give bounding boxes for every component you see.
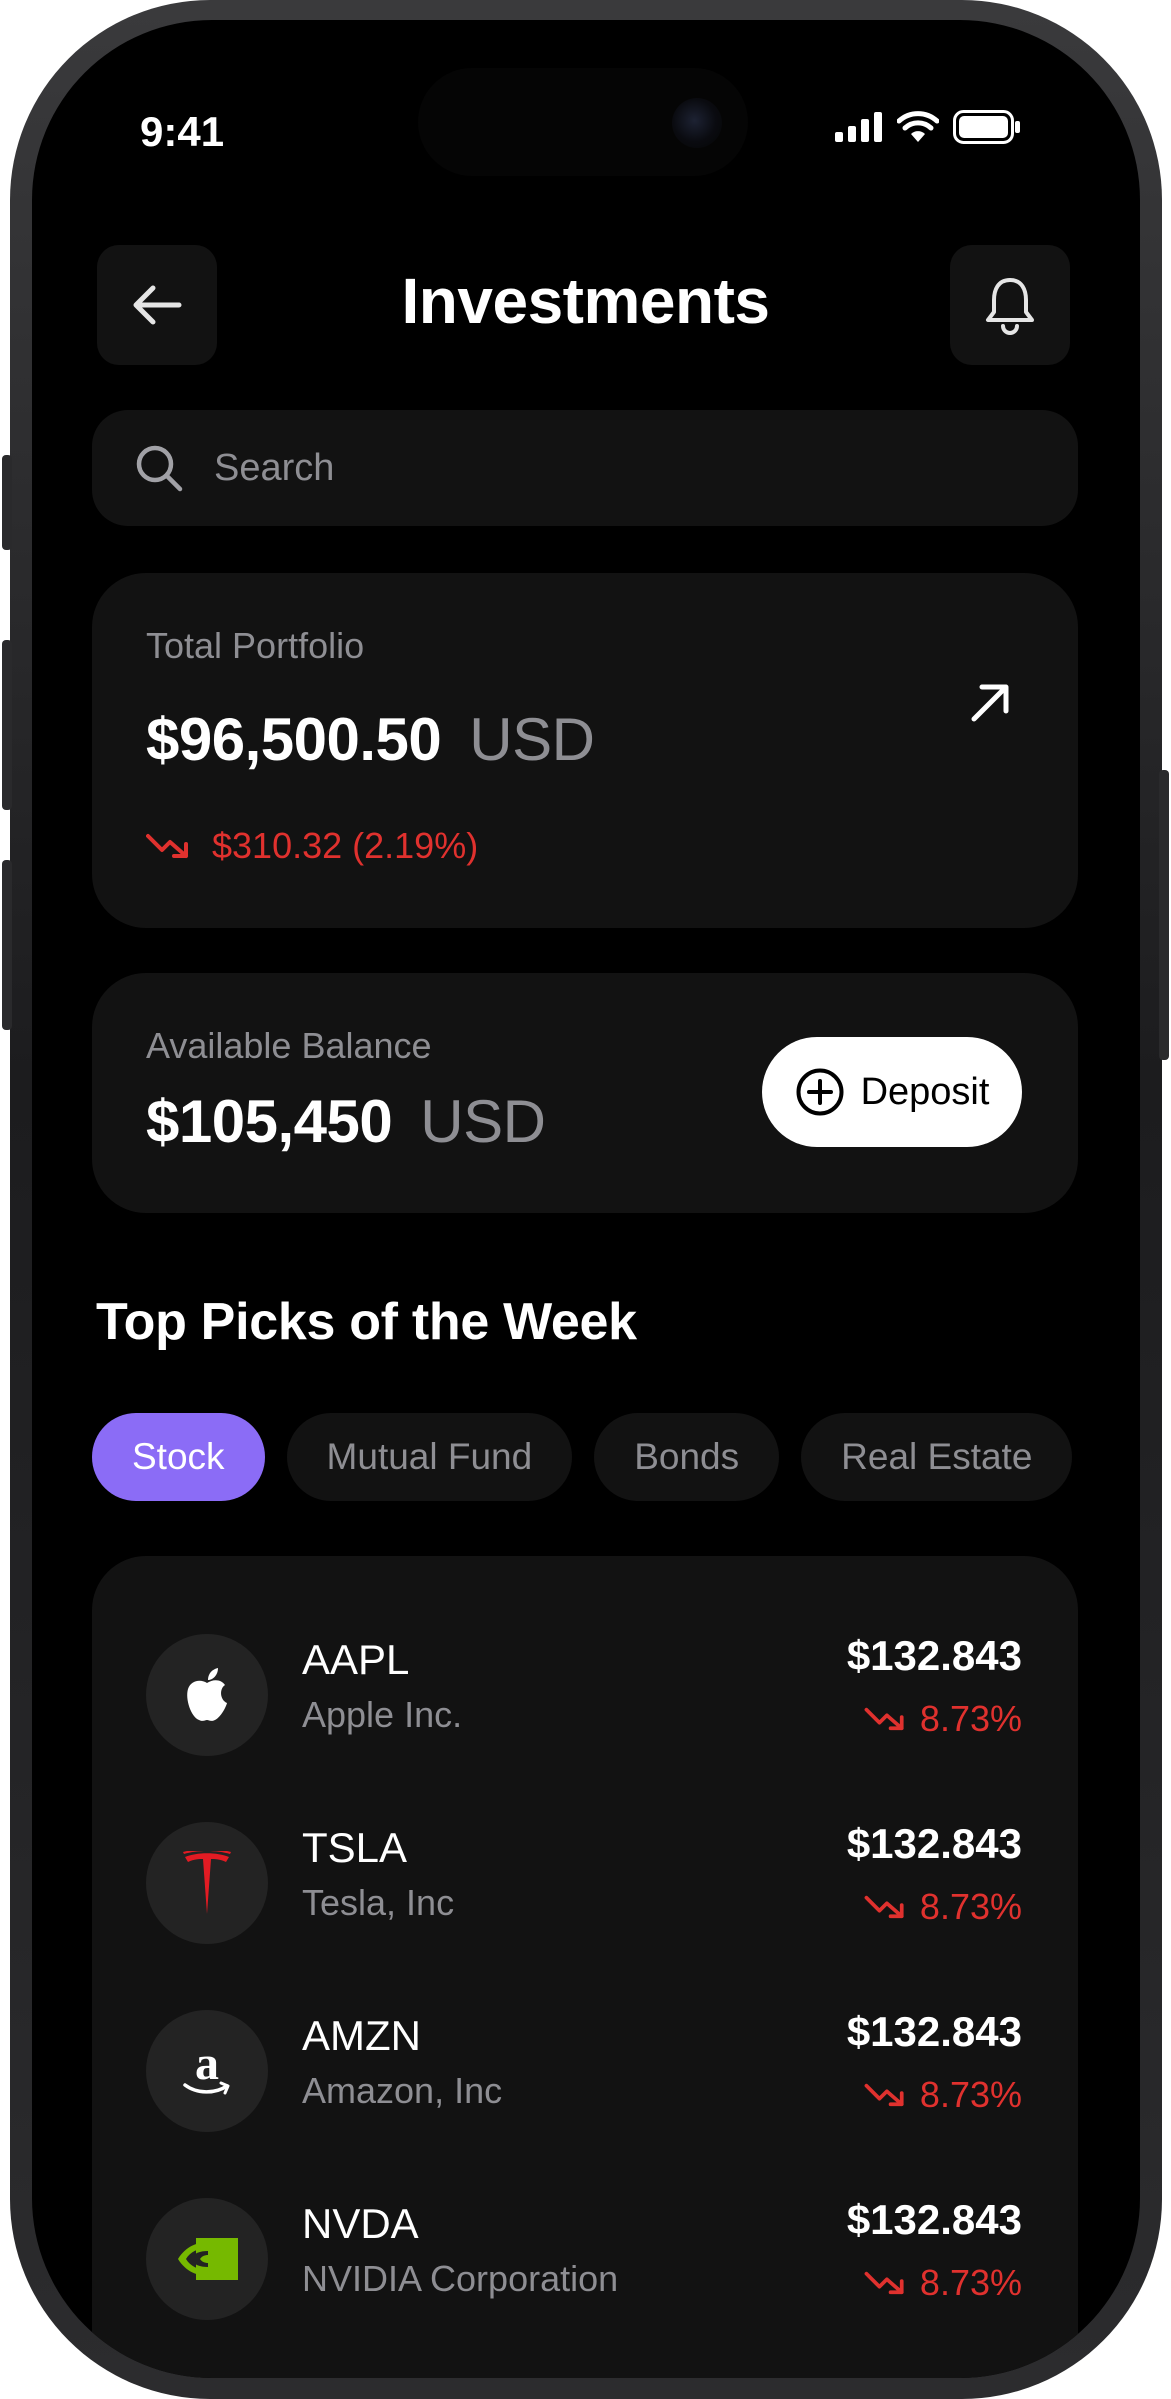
portfolio-change-value: $310.32 (2.19%) [212,825,479,866]
stock-company: Tesla, Inc [302,1882,455,1923]
balance-currency: USD [420,1088,546,1155]
stock-change: 8.73% [864,1698,1022,1740]
search-input[interactable]: Search [214,447,334,490]
stock-ticker: AMZN [302,2012,421,2059]
side-button-action [2,455,12,550]
cellular-signal-icon [835,112,882,142]
stock-ticker: NVDA [302,2200,419,2247]
side-button-volume-down [2,860,12,1030]
list-item[interactable]: NVDA NVIDIA Corporation $132.843 8.73% [92,2186,1078,2326]
trend-down-icon [864,1707,904,1731]
portfolio-amount: $96,500.50 USD [146,705,595,774]
search-field[interactable]: Search [92,410,1078,526]
stock-company: Amazon, Inc [302,2070,503,2111]
nvidia-logo-icon [146,2198,268,2320]
notifications-button[interactable] [950,245,1070,365]
stock-change-value: 8.73% [919,1698,1022,1739]
balance-value: $105,450 [146,1088,393,1155]
stock-change-value: 8.73% [919,2262,1022,2303]
side-button-volume-up [2,640,12,810]
stock-company: NVIDIA Corporation [302,2258,619,2299]
category-tabs: Stock Mutual Fund Bonds Real Estate [92,1413,1073,1501]
arrow-left-icon [133,285,182,325]
wifi-icon [897,111,939,142]
trend-down-icon [146,834,188,858]
stock-list: AAPL Apple Inc. $132.843 8.73% TSLA Tesl… [92,1556,1078,2378]
list-item[interactable]: TSLA Tesla, Inc $132.843 8.73% [92,1810,1078,1950]
screen: 9:41 Investments Search Total Portfolio … [32,20,1140,2378]
tab-real-estate[interactable]: Real Estate [801,1413,1073,1501]
back-button[interactable] [97,245,217,365]
portfolio-value: $96,500.50 [146,706,442,773]
deposit-button[interactable]: Deposit [762,1037,1022,1147]
stock-change-value: 8.73% [919,2074,1022,2115]
tab-stock[interactable]: Stock [92,1413,265,1501]
trend-down-icon [864,2083,904,2107]
search-icon [136,445,183,492]
stock-ticker: TSLA [302,1824,408,1871]
balance-label: Available Balance [146,1025,432,1066]
portfolio-card[interactable]: Total Portfolio $96,500.50 USD $310.32 (2… [92,573,1078,928]
list-item[interactable]: AAPL Apple Inc. $132.843 8.73% [92,1622,1078,1762]
tesla-logo-icon [146,1822,268,1944]
portfolio-currency: USD [469,706,595,773]
battery-icon [953,110,1020,144]
plus-circle-icon [796,1068,844,1116]
stock-ticker: AAPL [302,1636,410,1683]
deposit-label: Deposit [860,1070,990,1113]
tab-mutual-fund[interactable]: Mutual Fund [286,1413,573,1501]
bell-icon [986,278,1034,335]
status-time: 9:41 [140,108,225,155]
page-title: Investments [401,265,770,337]
apple-logo-icon [146,1634,268,1756]
list-item[interactable]: a AMZN Amazon, Inc $132.843 8.73% [92,1998,1078,2138]
trend-down-icon [864,1895,904,1919]
side-button-power [1159,770,1169,1060]
stock-change: 8.73% [864,2262,1022,2304]
amazon-logo-icon: a [146,2010,268,2132]
stock-price: $132.843 [846,1632,1022,1679]
stock-price: $132.843 [846,2196,1022,2243]
stock-change: 8.73% [864,1886,1022,1928]
section-title: Top Picks of the Week [96,1293,637,1351]
svg-text:a: a [195,2041,219,2090]
tab-bonds[interactable]: Bonds [594,1413,780,1501]
balance-amount: $105,450 USD [146,1087,546,1156]
stock-price: $132.843 [846,2008,1022,2055]
stock-change: 8.73% [864,2074,1022,2116]
portfolio-label: Total Portfolio [146,625,365,666]
trend-down-icon [864,2271,904,2295]
portfolio-change: $310.32 (2.19%) [146,825,478,867]
arrow-up-right-icon[interactable] [968,681,1012,725]
status-icons [835,110,1021,144]
stock-company: Apple Inc. [302,1694,463,1735]
camera [672,98,722,148]
stock-price: $132.843 [846,1820,1022,1867]
stock-change-value: 8.73% [919,1886,1022,1927]
